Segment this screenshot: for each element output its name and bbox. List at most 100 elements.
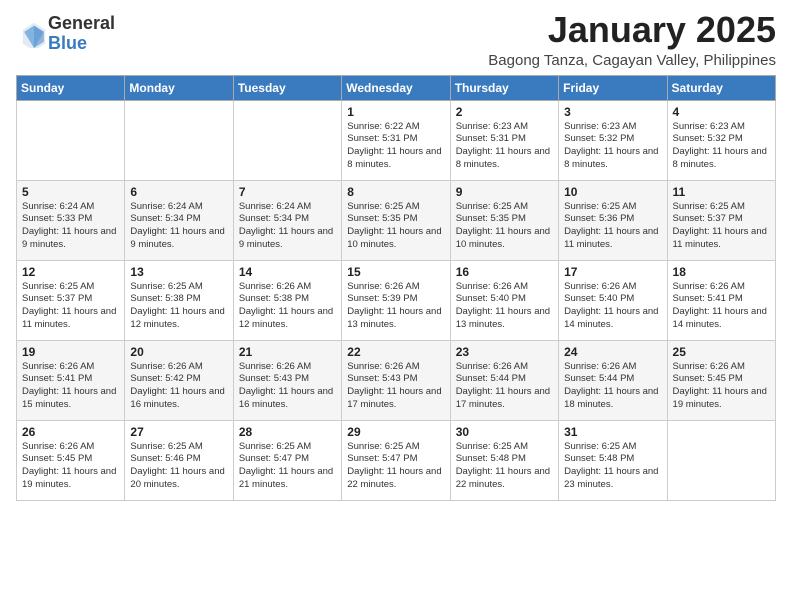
table-row: 2 Sunrise: 6:23 AM Sunset: 5:31 PM Daylig…	[450, 100, 558, 180]
table-row: 12Sunrise: 6:25 AM Sunset: 5:37 PM Dayli…	[17, 260, 125, 340]
logo-area: General Blue	[16, 14, 115, 54]
day-content: Sunrise: 6:24 AM Sunset: 5:33 PM Dayligh…	[22, 201, 119, 252]
day-number: 1	[347, 105, 444, 119]
logo-icon	[20, 20, 48, 48]
day-content: Sunrise: 6:26 AM Sunset: 5:42 PM Dayligh…	[130, 361, 227, 412]
day-content: Sunrise: 6:24 AM Sunset: 5:34 PM Dayligh…	[130, 201, 227, 252]
col-saturday: Saturday	[667, 75, 775, 100]
day-content: Sunrise: 6:23 AM Sunset: 5:31 PM Dayligh…	[456, 121, 553, 172]
table-row: 29 Sunrise: 6:25 AM Sunset: 5:47 PM Dayli…	[342, 420, 450, 500]
day-number: 14	[239, 265, 336, 279]
day-content: Sunrise: 6:25 AM Sunset: 5:35 PM Dayligh…	[456, 201, 553, 252]
day-number: 30	[456, 425, 553, 439]
calendar: Sunday Monday Tuesday Wednesday Thursday…	[16, 75, 776, 501]
location-title: Bagong Tanza, Cagayan Valley, Philippine…	[488, 52, 776, 69]
table-row: 5 Sunrise: 6:24 AM Sunset: 5:33 PM Daylig…	[17, 180, 125, 260]
day-content: Sunrise: 6:25 AM Sunset: 5:46 PM Dayligh…	[130, 441, 227, 492]
day-content: Sunrise: 6:26 AM Sunset: 5:38 PM Dayligh…	[239, 281, 336, 332]
day-number: 31	[564, 425, 661, 439]
table-row: 31Sunrise: 6:25 AM Sunset: 5:48 PM Dayli…	[559, 420, 667, 500]
calendar-week-row: 12Sunrise: 6:25 AM Sunset: 5:37 PM Dayli…	[17, 260, 776, 340]
month-title: January 2025	[488, 10, 776, 50]
table-row	[17, 100, 125, 180]
table-row: 16 Sunrise: 6:26 AM Sunset: 5:40 PM Dayli…	[450, 260, 558, 340]
day-number: 15	[347, 265, 444, 279]
calendar-week-row: 5 Sunrise: 6:24 AM Sunset: 5:33 PM Daylig…	[17, 180, 776, 260]
day-content: Sunrise: 6:25 AM Sunset: 5:37 PM Dayligh…	[22, 281, 119, 332]
logo-text: General Blue	[48, 14, 115, 54]
table-row: 1 Sunrise: 6:22 AM Sunset: 5:31 PM Daylig…	[342, 100, 450, 180]
day-content: Sunrise: 6:25 AM Sunset: 5:48 PM Dayligh…	[456, 441, 553, 492]
day-number: 5	[22, 185, 119, 199]
day-number: 16	[456, 265, 553, 279]
day-content: Sunrise: 6:26 AM Sunset: 5:43 PM Dayligh…	[239, 361, 336, 412]
day-content: Sunrise: 6:25 AM Sunset: 5:36 PM Dayligh…	[564, 201, 661, 252]
calendar-week-row: 19 Sunrise: 6:26 AM Sunset: 5:41 PM Dayli…	[17, 340, 776, 420]
day-content: Sunrise: 6:25 AM Sunset: 5:47 PM Dayligh…	[347, 441, 444, 492]
day-number: 4	[673, 105, 770, 119]
day-number: 17	[564, 265, 661, 279]
table-row: 8Sunrise: 6:25 AM Sunset: 5:35 PM Daylig…	[342, 180, 450, 260]
title-area: January 2025 Bagong Tanza, Cagayan Valle…	[488, 10, 776, 69]
table-row: 24Sunrise: 6:26 AM Sunset: 5:44 PM Dayli…	[559, 340, 667, 420]
day-number: 10	[564, 185, 661, 199]
logo-blue: Blue	[48, 34, 115, 54]
day-number: 2	[456, 105, 553, 119]
table-row: 14 Sunrise: 6:26 AM Sunset: 5:38 PM Dayli…	[233, 260, 341, 340]
day-number: 6	[130, 185, 227, 199]
day-number: 21	[239, 345, 336, 359]
col-friday: Friday	[559, 75, 667, 100]
day-content: Sunrise: 6:23 AM Sunset: 5:32 PM Dayligh…	[564, 121, 661, 172]
day-content: Sunrise: 6:26 AM Sunset: 5:43 PM Dayligh…	[347, 361, 444, 412]
table-row: 4 Sunrise: 6:23 AM Sunset: 5:32 PM Daylig…	[667, 100, 775, 180]
table-row: 18Sunrise: 6:26 AM Sunset: 5:41 PM Dayli…	[667, 260, 775, 340]
day-number: 8	[347, 185, 444, 199]
table-row: 19 Sunrise: 6:26 AM Sunset: 5:41 PM Dayli…	[17, 340, 125, 420]
table-row: 25Sunrise: 6:26 AM Sunset: 5:45 PM Dayli…	[667, 340, 775, 420]
calendar-week-row: 1 Sunrise: 6:22 AM Sunset: 5:31 PM Daylig…	[17, 100, 776, 180]
header: General Blue January 2025 Bagong Tanza, …	[16, 10, 776, 69]
day-content: Sunrise: 6:25 AM Sunset: 5:47 PM Dayligh…	[239, 441, 336, 492]
table-row	[667, 420, 775, 500]
table-row: 3Sunrise: 6:23 AM Sunset: 5:32 PM Daylig…	[559, 100, 667, 180]
day-content: Sunrise: 6:23 AM Sunset: 5:32 PM Dayligh…	[673, 121, 770, 172]
table-row: 21 Sunrise: 6:26 AM Sunset: 5:43 PM Dayli…	[233, 340, 341, 420]
day-content: Sunrise: 6:26 AM Sunset: 5:45 PM Dayligh…	[673, 361, 770, 412]
table-row	[125, 100, 233, 180]
table-row: 9Sunrise: 6:25 AM Sunset: 5:35 PM Daylig…	[450, 180, 558, 260]
day-number: 19	[22, 345, 119, 359]
day-content: Sunrise: 6:26 AM Sunset: 5:40 PM Dayligh…	[564, 281, 661, 332]
table-row: 11Sunrise: 6:25 AM Sunset: 5:37 PM Dayli…	[667, 180, 775, 260]
col-tuesday: Tuesday	[233, 75, 341, 100]
table-row: 22 Sunrise: 6:26 AM Sunset: 5:43 PM Dayli…	[342, 340, 450, 420]
day-content: Sunrise: 6:22 AM Sunset: 5:31 PM Dayligh…	[347, 121, 444, 172]
day-content: Sunrise: 6:26 AM Sunset: 5:44 PM Dayligh…	[564, 361, 661, 412]
day-content: Sunrise: 6:26 AM Sunset: 5:39 PM Dayligh…	[347, 281, 444, 332]
day-number: 29	[347, 425, 444, 439]
day-number: 23	[456, 345, 553, 359]
day-number: 13	[130, 265, 227, 279]
table-row: 26Sunrise: 6:26 AM Sunset: 5:45 PM Dayli…	[17, 420, 125, 500]
day-content: Sunrise: 6:24 AM Sunset: 5:34 PM Dayligh…	[239, 201, 336, 252]
table-row: 30 Sunrise: 6:25 AM Sunset: 5:48 PM Dayli…	[450, 420, 558, 500]
day-number: 27	[130, 425, 227, 439]
day-number: 18	[673, 265, 770, 279]
day-content: Sunrise: 6:26 AM Sunset: 5:45 PM Dayligh…	[22, 441, 119, 492]
table-row: 17 Sunrise: 6:26 AM Sunset: 5:40 PM Dayli…	[559, 260, 667, 340]
day-number: 28	[239, 425, 336, 439]
logo-general: General	[48, 14, 115, 34]
col-monday: Monday	[125, 75, 233, 100]
table-row	[233, 100, 341, 180]
day-number: 22	[347, 345, 444, 359]
day-content: Sunrise: 6:26 AM Sunset: 5:41 PM Dayligh…	[22, 361, 119, 412]
day-content: Sunrise: 6:26 AM Sunset: 5:44 PM Dayligh…	[456, 361, 553, 412]
table-row: 15 Sunrise: 6:26 AM Sunset: 5:39 PM Dayli…	[342, 260, 450, 340]
page: General Blue January 2025 Bagong Tanza, …	[0, 0, 792, 612]
col-sunday: Sunday	[17, 75, 125, 100]
calendar-header-row: Sunday Monday Tuesday Wednesday Thursday…	[17, 75, 776, 100]
table-row: 28 Sunrise: 6:25 AM Sunset: 5:47 PM Dayli…	[233, 420, 341, 500]
calendar-week-row: 26Sunrise: 6:26 AM Sunset: 5:45 PM Dayli…	[17, 420, 776, 500]
table-row: 6 Sunrise: 6:24 AM Sunset: 5:34 PM Daylig…	[125, 180, 233, 260]
day-content: Sunrise: 6:26 AM Sunset: 5:40 PM Dayligh…	[456, 281, 553, 332]
day-number: 11	[673, 185, 770, 199]
